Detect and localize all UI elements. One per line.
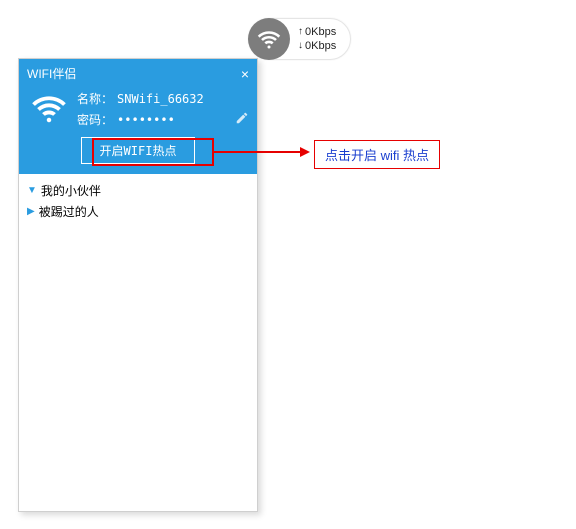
wifi-companion-window: WIFI伴侣 × 名称： SNWifi_66632 密码： •••••••• — [18, 58, 258, 512]
window-header: WIFI伴侣 × 名称： SNWifi_66632 密码： •••••••• — [19, 59, 257, 174]
wifi-icon — [31, 90, 67, 129]
upload-value: 0Kbps — [305, 25, 336, 39]
callout-label: 点击开启 wifi 热点 — [314, 140, 440, 169]
tree-item-kicked[interactable]: ▶ 被踢过的人 — [25, 201, 251, 222]
upload-rate: ↑ 0Kbps — [298, 25, 336, 39]
arrow-up-icon: ↑ — [298, 25, 303, 39]
window-title: WIFI伴侣 — [27, 65, 76, 82]
tree-item-friends[interactable]: ▼ 我的小伙伴 — [25, 180, 251, 201]
password-value: •••••••• — [117, 113, 175, 127]
download-value: 0Kbps — [305, 39, 336, 53]
close-icon[interactable]: × — [241, 67, 249, 81]
tree-label: 我的小伙伴 — [41, 182, 101, 199]
speed-widget: ↑ 0Kbps ↓ 0Kbps — [248, 18, 351, 60]
edit-icon[interactable] — [235, 111, 249, 128]
window-body: ▼ 我的小伙伴 ▶ 被踢过的人 — [19, 174, 257, 511]
callout-arrow-line — [214, 151, 302, 153]
password-label: 密码： — [77, 111, 113, 128]
callout-text: 点击开启 wifi 热点 — [325, 148, 429, 163]
wifi-icon — [248, 18, 290, 60]
chevron-right-icon: ▶ — [27, 206, 35, 217]
callout-arrow-head-icon — [300, 147, 310, 157]
arrow-down-icon: ↓ — [298, 39, 303, 53]
download-rate: ↓ 0Kbps — [298, 39, 336, 53]
name-label: 名称： — [77, 90, 113, 107]
name-value: SNWifi_66632 — [117, 92, 204, 106]
open-hotspot-button[interactable]: 开启WIFI热点 — [81, 137, 196, 164]
tree-label: 被踢过的人 — [39, 203, 99, 220]
chevron-down-icon: ▼ — [27, 185, 37, 196]
